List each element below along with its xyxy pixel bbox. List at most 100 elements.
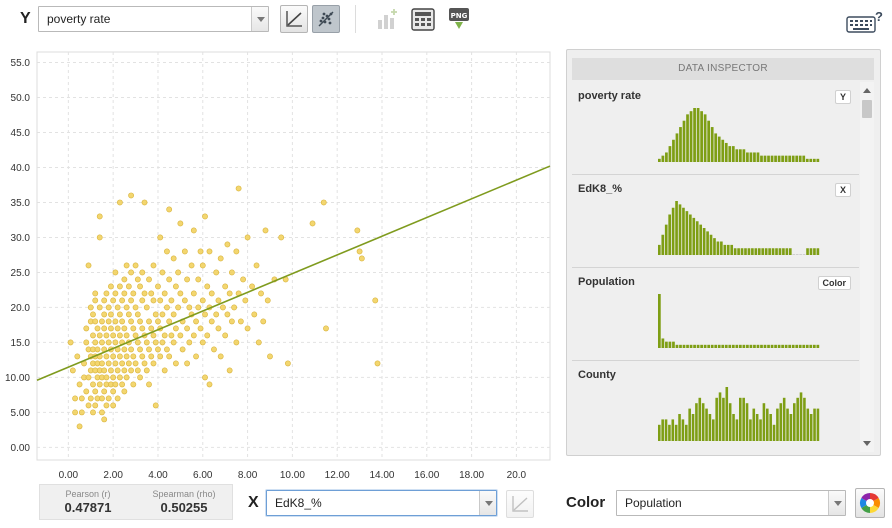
histogram-bar bbox=[744, 248, 747, 255]
chevron-down-icon[interactable] bbox=[479, 491, 496, 515]
data-point bbox=[170, 311, 177, 318]
data-point bbox=[112, 269, 119, 276]
data-point bbox=[130, 325, 137, 332]
histogram-bar bbox=[675, 133, 679, 162]
data-point bbox=[199, 339, 206, 346]
data-point bbox=[128, 297, 134, 304]
histogram-bar bbox=[813, 408, 816, 441]
data-point bbox=[190, 227, 197, 234]
histogram-bar bbox=[686, 344, 689, 348]
histogram-bar bbox=[760, 155, 763, 162]
data-point bbox=[92, 297, 99, 304]
scroll-down-icon[interactable] bbox=[863, 441, 871, 446]
data-point bbox=[134, 339, 141, 346]
data-point bbox=[148, 325, 155, 332]
chevron-down-icon[interactable] bbox=[251, 7, 268, 31]
inspector-item-county[interactable]: County bbox=[572, 361, 859, 452]
data-point bbox=[99, 395, 105, 402]
histogram-bar bbox=[714, 344, 718, 348]
data-point bbox=[99, 318, 105, 325]
inspector-item-edk8[interactable]: EdK8_% X bbox=[572, 175, 859, 268]
data-point bbox=[141, 199, 148, 206]
x-field-select[interactable]: EdK8_% bbox=[266, 490, 497, 516]
data-point bbox=[159, 311, 166, 318]
histogram-bar bbox=[816, 408, 820, 441]
data-point bbox=[96, 304, 103, 311]
data-point bbox=[128, 192, 134, 199]
histogram-bar bbox=[703, 114, 707, 162]
histogram-bar bbox=[689, 111, 693, 162]
histogram-bar bbox=[668, 424, 671, 441]
histogram-bar bbox=[806, 248, 809, 255]
export-png-button[interactable]: PNG bbox=[445, 5, 473, 33]
data-point bbox=[181, 248, 188, 255]
data-point bbox=[108, 325, 114, 332]
data-point bbox=[105, 339, 112, 346]
data-point bbox=[121, 388, 128, 395]
chevron-down-icon[interactable] bbox=[828, 491, 845, 515]
data-point bbox=[240, 276, 246, 283]
data-point bbox=[114, 325, 121, 332]
data-point bbox=[161, 367, 168, 374]
x-role-badge[interactable]: X bbox=[834, 183, 851, 197]
data-point bbox=[108, 367, 114, 374]
histogram-bar bbox=[774, 344, 777, 348]
color-wheel-icon bbox=[860, 493, 880, 513]
histogram-bar bbox=[789, 414, 793, 441]
scrollbar-thumb[interactable] bbox=[862, 100, 872, 118]
data-point bbox=[157, 297, 164, 304]
scroll-up-icon[interactable] bbox=[863, 88, 871, 93]
data-point bbox=[96, 332, 103, 339]
color-palette-button[interactable] bbox=[855, 488, 885, 518]
histogram-bar bbox=[721, 139, 725, 162]
histogram-bar bbox=[658, 424, 661, 441]
x-regression-button[interactable] bbox=[506, 490, 534, 518]
y-tick-label: 35.0 bbox=[11, 198, 31, 209]
data-point bbox=[146, 318, 152, 325]
data-point bbox=[123, 262, 130, 269]
scatter-mode-button[interactable] bbox=[312, 5, 340, 33]
data-point bbox=[358, 255, 365, 262]
data-point bbox=[101, 416, 108, 423]
correlation-panel: Pearson (r) 0.47871 Spearman (rho) 0.502… bbox=[39, 484, 233, 520]
histogram-bar bbox=[735, 149, 739, 162]
inspector-scrollbar[interactable] bbox=[860, 82, 874, 452]
data-point bbox=[170, 339, 177, 346]
histogram-bar bbox=[721, 344, 725, 348]
histogram-bar bbox=[816, 248, 820, 255]
color-field-select[interactable]: Population bbox=[616, 490, 846, 516]
y-role-badge[interactable]: Y bbox=[834, 90, 851, 104]
histogram-bar bbox=[746, 344, 749, 348]
histogram-bar bbox=[733, 248, 737, 255]
data-point bbox=[204, 332, 211, 339]
keyboard-help-button[interactable]: ? bbox=[846, 9, 883, 34]
data-point bbox=[105, 318, 112, 325]
y-field-select[interactable]: poverty rate bbox=[38, 6, 269, 32]
data-point bbox=[177, 220, 184, 227]
color-role-badge[interactable]: Color bbox=[817, 276, 851, 290]
histogram-bar bbox=[786, 408, 789, 441]
data-point bbox=[258, 290, 264, 297]
histogram-bar bbox=[757, 248, 761, 255]
data-point bbox=[141, 360, 148, 367]
data-point bbox=[137, 374, 143, 381]
histogram-bar bbox=[772, 424, 776, 441]
histogram-bar bbox=[753, 344, 756, 348]
inspector-item-poverty-rate[interactable]: poverty rate Y bbox=[572, 82, 859, 175]
histogram-bar bbox=[724, 142, 728, 162]
histogram-bar bbox=[658, 244, 661, 256]
data-point bbox=[217, 353, 224, 360]
data-point bbox=[143, 304, 150, 311]
data-table-button[interactable] bbox=[409, 5, 437, 33]
add-histogram-button[interactable] bbox=[373, 5, 401, 33]
histogram-bar bbox=[693, 344, 696, 348]
regression-line-button[interactable] bbox=[280, 5, 308, 33]
inspector-item-label: EdK8_% bbox=[578, 183, 623, 195]
data-point bbox=[132, 360, 139, 367]
inspector-item-population[interactable]: Population Color bbox=[572, 268, 859, 361]
data-point bbox=[146, 381, 152, 388]
histogram-bar bbox=[774, 155, 777, 162]
data-point bbox=[134, 367, 141, 374]
scatter-plot[interactable]: 0.00 2.00 4.00 6.00 8.00 10.00 12.00 14.00 16.00… bbox=[0, 44, 556, 484]
histogram-bar bbox=[679, 344, 682, 348]
